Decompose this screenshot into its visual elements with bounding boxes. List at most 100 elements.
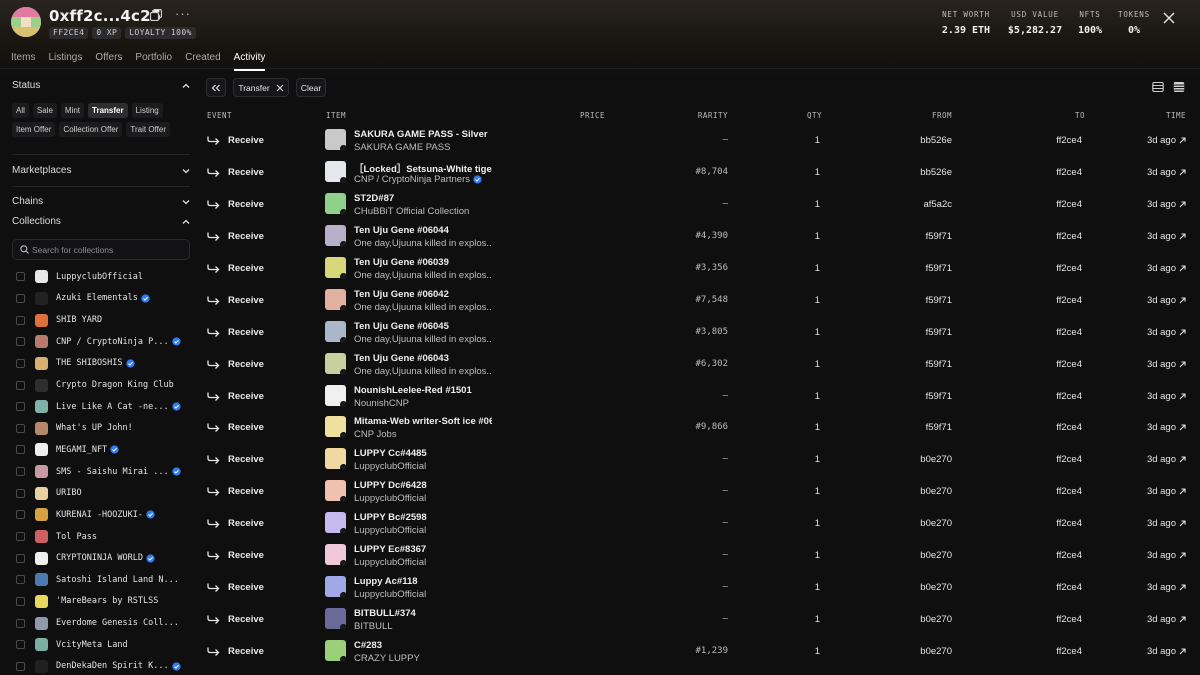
to-address[interactable]: ff2ce4 xyxy=(1056,582,1082,593)
table-row[interactable]: Receive Ten Uju Gene #06045 One day,Ujuuna… xyxy=(200,317,1200,349)
to-address[interactable]: ff2ce4 xyxy=(1056,135,1082,146)
marketplaces-section-header[interactable]: Marketplaces xyxy=(12,165,190,176)
time-link[interactable]: 3d ago xyxy=(1147,614,1186,625)
item-collection[interactable]: CRAZY LUPPY xyxy=(354,653,420,664)
item-name[interactable]: SAKURA GAME PASS - Silver xyxy=(354,129,488,140)
from-address[interactable]: f59f71 xyxy=(926,391,952,402)
chip-mint[interactable]: Mint xyxy=(60,103,85,118)
item-collection[interactable]: LuppyclubOfficial xyxy=(354,589,426,600)
to-address[interactable]: ff2ce4 xyxy=(1056,263,1082,274)
item-collection[interactable]: LuppyclubOfficial xyxy=(354,557,426,568)
collection-checkbox[interactable] xyxy=(16,661,25,671)
time-link[interactable]: 3d ago xyxy=(1147,486,1186,497)
collection-checkbox[interactable] xyxy=(16,358,25,368)
to-address[interactable]: ff2ce4 xyxy=(1056,391,1082,402)
item-name[interactable]: Ten Uju Gene #06042 xyxy=(354,289,449,300)
chip-item-offer[interactable]: Item Offer xyxy=(12,122,56,137)
col-time[interactable]: TIME xyxy=(1166,111,1186,120)
chains-section-header[interactable]: Chains xyxy=(12,196,190,207)
item-name[interactable]: Ten Uju Gene #06043 xyxy=(354,353,449,364)
chip-all[interactable]: All xyxy=(12,103,29,118)
table-row[interactable]: Receive ［Locked］Setsuna-White tiger # CNP … xyxy=(200,157,1200,189)
to-address[interactable]: ff2ce4 xyxy=(1056,422,1082,433)
table-row[interactable]: Receive LUPPY Cc#4485 LuppyclubOfficial — 1 b… xyxy=(200,444,1200,476)
col-rarity[interactable]: RARITY xyxy=(698,111,728,120)
collection-checkbox[interactable] xyxy=(16,553,25,563)
search-input[interactable] xyxy=(32,243,182,257)
collection-item[interactable]: Tol Pass xyxy=(16,526,198,548)
collection-checkbox[interactable] xyxy=(16,337,25,347)
collection-checkbox[interactable] xyxy=(16,510,25,520)
item-collection[interactable]: NounishCNP xyxy=(354,398,409,409)
chip-listing[interactable]: Listing xyxy=(131,103,163,118)
table-row[interactable]: Receive Luppy Ac#118 LuppyclubOfficial — 1 b0… xyxy=(200,572,1200,604)
item-collection[interactable]: One day,Ujuuna killed in explos... xyxy=(354,302,492,313)
item-name[interactable]: LUPPY Ec#8367 xyxy=(354,544,426,555)
item-collection[interactable]: One day,Ujuuna killed in explos... xyxy=(354,270,492,281)
status-section-header[interactable]: Status xyxy=(12,80,190,91)
item-name[interactable]: LUPPY Dc#6428 xyxy=(354,480,427,491)
table-row[interactable]: Receive C#283 CRAZY LUPPY #1,239 1 b0e270 ff2c… xyxy=(200,636,1200,668)
table-row[interactable]: Receive LUPPY Bc#2598 LuppyclubOfficial — 1 b… xyxy=(200,508,1200,540)
item-collection[interactable]: SAKURA GAME PASS xyxy=(354,142,450,153)
time-link[interactable]: 3d ago xyxy=(1147,295,1186,306)
collection-item[interactable]: MEGAMI_NFT xyxy=(16,439,198,461)
item-name[interactable]: Mitama-Web writer-Soft ice #068 xyxy=(354,416,492,427)
close-icon[interactable] xyxy=(1162,11,1176,25)
table-row[interactable]: Receive LUPPY Dc#6428 LuppyclubOfficial — 1 b… xyxy=(200,476,1200,508)
item-name[interactable]: Ten Uju Gene #06039 xyxy=(354,257,449,268)
active-filter-chip[interactable]: Transfer xyxy=(233,78,289,97)
item-collection[interactable]: CHuBBiT Official Collection xyxy=(354,206,469,217)
table-row[interactable]: Receive SAKURA GAME PASS - Silver SAKURA G… xyxy=(200,125,1200,157)
table-row[interactable]: Receive Ten Uju Gene #06042 One day,Ujuuna… xyxy=(200,285,1200,317)
time-link[interactable]: 3d ago xyxy=(1147,550,1186,561)
collection-checkbox[interactable] xyxy=(16,618,25,628)
time-link[interactable]: 3d ago xyxy=(1147,167,1186,178)
collection-item[interactable]: Everdome Genesis Coll... xyxy=(16,612,198,634)
collection-item[interactable]: SMS - Saishu Mirai ... xyxy=(16,461,198,483)
collection-item[interactable]: URIBO xyxy=(16,482,198,504)
time-link[interactable]: 3d ago xyxy=(1147,327,1186,338)
collection-checkbox[interactable] xyxy=(16,532,25,541)
remove-filter-icon[interactable] xyxy=(276,84,284,92)
collection-search[interactable] xyxy=(12,239,190,260)
table-row[interactable]: Receive NounishLeelee-Red #1501 NounishCNP… xyxy=(200,381,1200,413)
item-collection[interactable]: BITBULL xyxy=(354,621,393,632)
table-row[interactable]: Receive Ten Uju Gene #06039 One day,Ujuuna… xyxy=(200,253,1200,285)
item-name[interactable]: LUPPY Bc#2598 xyxy=(354,512,427,523)
to-address[interactable]: ff2ce4 xyxy=(1056,199,1082,210)
from-address[interactable]: af5a2c xyxy=(923,199,952,210)
item-name[interactable]: ［Locked］Setsuna-White tiger # xyxy=(354,161,492,175)
collection-item[interactable]: 'MareBears by RSTLSS xyxy=(16,591,198,613)
item-collection[interactable]: One day,Ujuuna killed in explos... xyxy=(354,366,492,377)
collection-item[interactable]: What's UP John! xyxy=(16,417,198,439)
from-address[interactable]: b0e270 xyxy=(920,486,952,497)
table-view-icon[interactable] xyxy=(1173,81,1185,93)
from-address[interactable]: f59f71 xyxy=(926,263,952,274)
collections-section-header[interactable]: Collections xyxy=(12,216,190,227)
table-row[interactable]: Receive Ten Uju Gene #06044 One day,Ujuuna… xyxy=(200,221,1200,253)
from-address[interactable]: b0e270 xyxy=(920,550,952,561)
col-price[interactable]: PRICE xyxy=(580,111,605,120)
from-address[interactable]: b0e270 xyxy=(920,614,952,625)
item-collection[interactable]: LuppyclubOfficial xyxy=(354,461,426,472)
from-address[interactable]: b0e270 xyxy=(920,646,952,657)
table-row[interactable]: Receive Mitama-Web writer-Soft ice #068 CN… xyxy=(200,412,1200,444)
item-name[interactable]: Ten Uju Gene #06044 xyxy=(354,225,449,236)
time-link[interactable]: 3d ago xyxy=(1147,454,1186,465)
from-address[interactable]: b0e270 xyxy=(920,518,952,529)
from-address[interactable]: f59f71 xyxy=(926,231,952,242)
item-name[interactable]: LUPPY Cc#4485 xyxy=(354,448,427,459)
time-link[interactable]: 3d ago xyxy=(1147,422,1186,433)
to-address[interactable]: ff2ce4 xyxy=(1056,518,1082,529)
item-collection[interactable]: One day,Ujuuna killed in explos... xyxy=(354,238,492,249)
collection-checkbox[interactable] xyxy=(16,293,25,303)
item-collection[interactable]: LuppyclubOfficial xyxy=(354,493,426,504)
from-address[interactable]: b0e270 xyxy=(920,582,952,593)
time-link[interactable]: 3d ago xyxy=(1147,518,1186,529)
collection-checkbox[interactable] xyxy=(16,575,25,585)
from-address[interactable]: bb526e xyxy=(920,167,952,178)
time-link[interactable]: 3d ago xyxy=(1147,646,1186,657)
collection-item[interactable]: KURENAI -HOOZUKI- xyxy=(16,504,198,526)
to-address[interactable]: ff2ce4 xyxy=(1056,359,1082,370)
